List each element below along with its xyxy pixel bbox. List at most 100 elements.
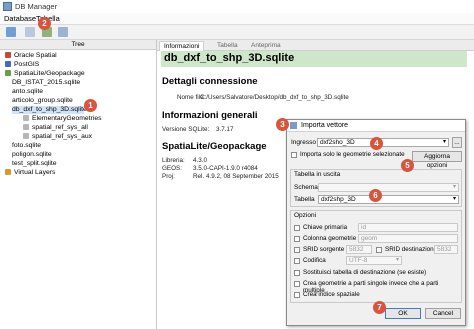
- callout-badge-3: 3: [276, 118, 289, 131]
- tree-item-oracle-spatial[interactable]: Oracle Spatial: [5, 52, 57, 60]
- tree-item-spatial-ref-sys-aux[interactable]: spatial_ref_sys_aux: [23, 133, 92, 141]
- tab-informazioni[interactable]: Informazioni: [159, 41, 205, 51]
- tree-item-label: test_split.sqlite: [12, 160, 57, 167]
- dest-srid-field[interactable]: 5832: [434, 245, 458, 254]
- tree-item-db-dxf[interactable]: db_dxf_to_shp_3D.sqlite: [12, 106, 87, 114]
- tree-item-db-istat[interactable]: DB_ISTAT_2015.sqlite: [12, 79, 80, 87]
- chevron-down-icon: ▾: [452, 196, 456, 202]
- table-icon: [23, 133, 29, 140]
- toolbar: [0, 25, 474, 40]
- tree-item-anto[interactable]: anto.sqlite: [12, 88, 43, 96]
- tree-item-label: articolo_group.sqlite: [12, 97, 73, 104]
- callout-badge-5: 5: [401, 159, 414, 172]
- table-icon: [23, 124, 29, 131]
- dialog-app-icon: [290, 122, 297, 129]
- proj-value: Rel. 4.9.2, 08 September 2015: [193, 173, 279, 180]
- spatial-index-checkbox[interactable]: [294, 292, 300, 298]
- tree-item-label: PostGIS: [14, 61, 40, 68]
- tree-item-label: foto.sqlite: [12, 142, 42, 149]
- only-selected-label: Importa solo le geometrie selezionate: [300, 151, 405, 158]
- connection-heading: Dettagli connessione: [162, 76, 258, 87]
- options-group-title: Opzioni: [294, 212, 317, 219]
- input-layer-value: dxf2sho_3D: [320, 139, 355, 146]
- chevron-down-icon: ▾: [442, 139, 446, 145]
- oracle-icon: [5, 52, 11, 59]
- callout-badge-7: 7: [373, 301, 386, 314]
- table-name-select[interactable]: dxf2shp_3D ▾: [318, 195, 459, 204]
- callout-badge-2: 2: [38, 17, 51, 30]
- proj-label: Proj:: [162, 173, 175, 180]
- ok-button[interactable]: OK: [385, 308, 421, 319]
- schema-select[interactable]: ▾: [318, 183, 459, 192]
- tree-item-label: spatial_ref_sys_aux: [32, 133, 93, 140]
- export-layer-icon[interactable]: [58, 27, 68, 37]
- tree-item-spatialite[interactable]: SpatiaLite/Geopackage: [5, 70, 85, 78]
- spatialite-icon: [5, 70, 11, 77]
- tree-item-test-split[interactable]: test_split.sqlite: [12, 160, 57, 168]
- encoding-label: Codifica: [303, 257, 326, 264]
- only-selected-checkbox[interactable]: [291, 152, 297, 158]
- geom-column-field[interactable]: geom: [358, 234, 458, 243]
- callout-badge-6: 6: [369, 189, 382, 202]
- chevron-down-icon: ▾: [395, 257, 399, 263]
- chevron-down-icon: ▾: [452, 184, 456, 190]
- library-value: 4.3.0: [193, 157, 208, 164]
- sqlite-version-value: 3.7.17: [216, 126, 234, 133]
- general-heading: Informazioni generali: [162, 110, 258, 121]
- single-parts-checkbox[interactable]: [294, 281, 300, 287]
- postgis-icon: [5, 61, 11, 68]
- browse-button[interactable]: ...: [452, 137, 462, 148]
- dest-srid-label: SRID destinazione: [385, 246, 438, 253]
- menu-database[interactable]: Database: [4, 14, 36, 23]
- tab-tabella[interactable]: Tabella: [213, 41, 242, 50]
- dialog-title-bar: Importa vettore: [287, 120, 465, 132]
- replace-table-checkbox[interactable]: [294, 270, 300, 276]
- tree-item-spatial-ref-sys-all[interactable]: spatial_ref_sys_all: [23, 124, 88, 132]
- window-title: DB Manager: [15, 2, 58, 11]
- callout-badge-1: 1: [84, 99, 97, 112]
- encoding-value: UTF-8: [349, 257, 368, 264]
- primary-key-field[interactable]: id: [358, 223, 458, 232]
- db-banner: db_dxf_to_shp_3D.sqlite: [161, 51, 467, 67]
- source-srid-field[interactable]: 5832: [346, 245, 372, 254]
- dest-srid-checkbox[interactable]: [376, 247, 382, 253]
- geos-value: 3.5.0-CAPI-1.9.0 r4084: [193, 165, 258, 172]
- tree-item-foto[interactable]: foto.sqlite: [12, 142, 41, 150]
- table-icon: [23, 115, 29, 122]
- sql-window-icon[interactable]: [25, 27, 35, 37]
- file-value: C:/Users/Salvatore/Desktop/db_dxf_to_shp…: [200, 94, 349, 101]
- tree-panel: Tree Oracle Spatial PostGIS SpatiaLite/G…: [0, 40, 157, 329]
- sqlite-version-label: Versione SQLite:: [162, 126, 210, 133]
- app-icon: [3, 2, 12, 11]
- output-group-title: Tabella in uscita: [294, 171, 341, 178]
- input-label: Ingresso: [291, 139, 316, 146]
- tree-item-label: db_dxf_to_shp_3D.sqlite: [12, 106, 87, 113]
- tree-item-label: SpatiaLite/Geopackage: [14, 70, 85, 77]
- geos-label: GEOS:: [162, 165, 182, 172]
- tree-item-postgis[interactable]: PostGIS: [5, 61, 39, 69]
- import-vector-dialog: Importa vettore Ingresso dxf2sho_3D ▾ ...…: [286, 119, 466, 326]
- encoding-checkbox[interactable]: [294, 258, 300, 264]
- replace-table-label: Sostituisci tabella di destinazione (se …: [303, 269, 427, 276]
- tree-item-articolo-group[interactable]: articolo_group.sqlite: [12, 97, 73, 105]
- tab-bar: Informazioni Tabella Anteprima: [157, 40, 474, 51]
- tree-item-elementary-geometries[interactable]: ElementaryGeometries: [23, 115, 102, 123]
- tab-anteprima[interactable]: Anteprima: [247, 41, 285, 50]
- title-bar: DB Manager: [0, 0, 474, 14]
- refresh-icon[interactable]: [6, 27, 16, 37]
- spatialite-heading: SpatiaLite/Geopackage: [162, 141, 267, 152]
- tree-item-virtual-layers[interactable]: Virtual Layers: [5, 169, 55, 177]
- tree-item-poligon[interactable]: poligon.sqlite: [12, 151, 52, 159]
- geom-column-checkbox[interactable]: [294, 236, 300, 242]
- schema-label: Schema: [294, 184, 318, 191]
- encoding-select[interactable]: UTF-8 ▾: [346, 256, 402, 265]
- db-title: db_dxf_to_shp_3D.sqlite: [164, 52, 295, 64]
- tree-header: Tree: [0, 40, 156, 50]
- source-srid-checkbox[interactable]: [294, 247, 300, 253]
- cancel-button[interactable]: Cancel: [425, 308, 461, 319]
- input-layer-select[interactable]: dxf2sho_3D ▾: [317, 138, 449, 147]
- update-options-button[interactable]: Aggiorna opzioni: [412, 151, 462, 169]
- menu-bar: Database Tabella: [0, 13, 474, 25]
- primary-key-checkbox[interactable]: [294, 225, 300, 231]
- geom-column-label: Colonna geometrie: [303, 235, 357, 242]
